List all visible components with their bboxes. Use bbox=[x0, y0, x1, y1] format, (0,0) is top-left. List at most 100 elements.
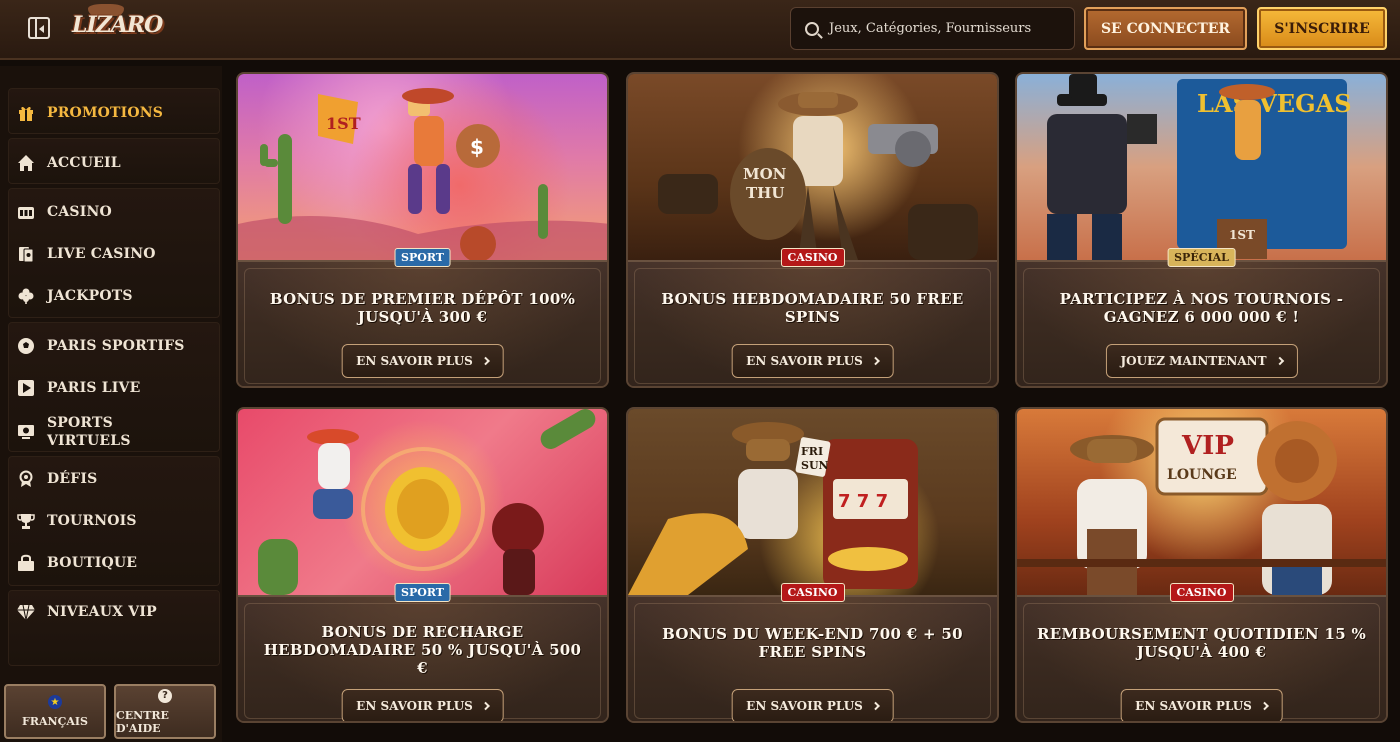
sidebar-item-label: CASINO bbox=[47, 204, 112, 220]
promo-body: SPORT BONUS DE RECHARGE HEBDOMADAIRE 50 … bbox=[238, 583, 607, 721]
promo-card[interactable]: $ 1ST SPORT BONUS DE PREMIER DÉPÔT 100% … bbox=[236, 72, 609, 388]
promo-image: VIP LOUNGE bbox=[1017, 409, 1386, 595]
chevron-right-icon bbox=[1260, 701, 1270, 711]
promo-title: BONUS DE PREMIER DÉPÔT 100% JUSQU'À 300 … bbox=[269, 290, 576, 326]
sidebar-item-niveaux-vip[interactable]: NIVEAUX VIP bbox=[16, 600, 157, 624]
sidebar-item-label: DÉFIS bbox=[47, 471, 98, 487]
login-button[interactable]: SE CONNECTER bbox=[1084, 7, 1247, 50]
gift-icon bbox=[16, 103, 36, 123]
svg-text:1ST: 1ST bbox=[1229, 228, 1255, 242]
virtual-sports-icon bbox=[16, 422, 36, 442]
language-label: FRANÇAIS bbox=[22, 715, 88, 728]
shop-bag-icon bbox=[16, 553, 36, 573]
sidebar-item-paris-sportifs[interactable]: PARIS SPORTIFS bbox=[16, 334, 185, 358]
sidebar-item-defis[interactable]: DÉFIS bbox=[16, 467, 97, 491]
sidebar-item-live-casino[interactable]: LIVE CASINO bbox=[16, 242, 156, 266]
promo-image: MON THU bbox=[628, 74, 997, 260]
button-label: EN SAVOIR PLUS bbox=[356, 354, 473, 368]
badge-icon bbox=[16, 469, 36, 489]
sidebar-item-sports-virtuels[interactable]: SPORTS VIRTUELS bbox=[16, 414, 157, 450]
promo-title: BONUS DU WEEK-END 700 € + 50 FREE SPINS bbox=[662, 625, 963, 661]
promo-image: LAS VEGAS 1ST bbox=[1017, 74, 1386, 260]
promo-card[interactable]: 7 7 7 FRI SUN CASINO BONUS DU WEEK-END 7… bbox=[626, 407, 999, 723]
svg-text:$: $ bbox=[470, 135, 484, 159]
button-label: EN SAVOIR PLUS bbox=[1135, 699, 1252, 713]
help-center-button[interactable]: ? CENTRE D'AIDE bbox=[114, 684, 216, 739]
svg-text:7 7 7: 7 7 7 bbox=[838, 491, 888, 512]
button-label: EN SAVOIR PLUS bbox=[356, 699, 473, 713]
search-placeholder: Jeux, Catégories, Fournisseurs bbox=[829, 21, 1032, 36]
svg-text:SUN: SUN bbox=[801, 459, 829, 472]
casino-badge: CASINO bbox=[1169, 583, 1234, 602]
play-icon bbox=[16, 378, 36, 398]
signup-button[interactable]: S'INSCRIRE bbox=[1257, 7, 1387, 50]
promo-body: SPÉCIAL PARTICIPEZ À NOS TOURNOIS - GAGN… bbox=[1017, 248, 1386, 386]
svg-text:MON: MON bbox=[743, 165, 787, 183]
play-now-button[interactable]: JOUEZ MAINTENANT bbox=[1105, 344, 1298, 378]
sidebar-item-boutique[interactable]: BOUTIQUE bbox=[16, 551, 137, 575]
promo-image: $ 1ST bbox=[238, 74, 607, 262]
language-button[interactable]: ★ FRANÇAIS bbox=[4, 684, 106, 739]
sidebar-item-casino[interactable]: CASINO bbox=[16, 200, 112, 224]
home-icon bbox=[16, 153, 36, 173]
learn-more-button[interactable]: EN SAVOIR PLUS bbox=[1120, 689, 1283, 721]
sidebar-item-promotions[interactable]: PROMOTIONS bbox=[16, 101, 163, 125]
button-label: EN SAVOIR PLUS bbox=[746, 354, 863, 368]
learn-more-button[interactable]: EN SAVOIR PLUS bbox=[731, 344, 894, 378]
sidebar-item-label: LIVE CASINO bbox=[47, 246, 156, 262]
chevron-right-icon bbox=[481, 701, 491, 711]
promo-card[interactable]: VIP LOUNGE CASINO REMBOURSEMENT QUOTIDIE… bbox=[1015, 407, 1388, 723]
chevron-right-icon bbox=[1275, 356, 1284, 366]
coin-toss-lizards-illustration bbox=[258, 409, 596, 595]
search-input[interactable]: Jeux, Catégories, Fournisseurs bbox=[790, 7, 1075, 50]
sidebar-item-label: BOUTIQUE bbox=[47, 555, 138, 571]
soccer-ball-icon bbox=[16, 336, 36, 356]
chevron-right-icon bbox=[481, 356, 491, 366]
sidebar-toggle-icon[interactable] bbox=[28, 17, 50, 39]
diamond-icon bbox=[16, 602, 36, 622]
sidebar-item-tournois[interactable]: TOURNOIS bbox=[16, 509, 137, 533]
svg-text:VIP: VIP bbox=[1181, 431, 1234, 461]
help-icon: ? bbox=[158, 688, 172, 703]
learn-more-button[interactable]: EN SAVOIR PLUS bbox=[341, 344, 504, 378]
eu-flag-icon: ★ bbox=[48, 695, 62, 709]
svg-text:1ST: 1ST bbox=[326, 114, 361, 133]
promo-card[interactable]: SPORT BONUS DE RECHARGE HEBDOMADAIRE 50 … bbox=[236, 407, 609, 723]
learn-more-button[interactable]: EN SAVOIR PLUS bbox=[731, 689, 894, 721]
top-header: LIZARO Jeux, Catégories, Fournisseurs SE… bbox=[0, 0, 1400, 60]
sidebar-item-label: JACKPOTS bbox=[47, 288, 133, 304]
chevron-right-icon bbox=[871, 701, 881, 711]
clover-icon bbox=[16, 286, 36, 306]
sport-badge: SPORT bbox=[394, 583, 451, 602]
promo-card[interactable]: LAS VEGAS 1ST SPÉCIAL PARTICIPEZ À NOS T… bbox=[1015, 72, 1388, 388]
cactus-cowboy-lizard-illustration: $ 1ST bbox=[238, 88, 607, 262]
promo-body: SPORT BONUS DE PREMIER DÉPÔT 100% JUSQU'… bbox=[238, 248, 607, 386]
las-vegas-photographer-illustration: LAS VEGAS 1ST bbox=[1047, 74, 1352, 260]
learn-more-button[interactable]: EN SAVOIR PLUS bbox=[341, 689, 504, 721]
bank-robber-lizard-illustration: MON THU bbox=[658, 92, 978, 260]
sidebar-item-label: NIVEAUX VIP bbox=[47, 604, 157, 620]
promo-title: REMBOURSEMENT QUOTIDIEN 15 % JUSQU'À 400… bbox=[1037, 625, 1367, 661]
svg-text:THU: THU bbox=[746, 184, 784, 202]
sidebar-item-label: SPORTS VIRTUELS bbox=[47, 415, 131, 449]
sport-badge: SPORT bbox=[394, 248, 451, 267]
chevron-right-icon bbox=[871, 356, 881, 366]
promo-body: CASINO BONUS DU WEEK-END 700 € + 50 FREE… bbox=[628, 583, 997, 721]
special-badge: SPÉCIAL bbox=[1167, 248, 1236, 267]
logo[interactable]: LIZARO bbox=[72, 12, 163, 48]
promo-title: BONUS DE RECHARGE HEBDOMADAIRE 50 % JUSQ… bbox=[263, 623, 582, 677]
casino-badge: CASINO bbox=[780, 248, 845, 267]
sidebar-item-label: TOURNOIS bbox=[47, 513, 137, 529]
sidebar-item-label: PARIS LIVE bbox=[47, 380, 141, 396]
promo-card[interactable]: MON THU CASINO BONUS HEBDOMADAIRE 50 FRE… bbox=[626, 72, 999, 388]
live-cards-icon bbox=[16, 244, 36, 264]
promo-title: BONUS HEBDOMADAIRE 50 FREE SPINS bbox=[661, 290, 964, 326]
vip-lounge-lizards-illustration: VIP LOUNGE bbox=[1017, 417, 1386, 595]
search-icon bbox=[805, 21, 819, 36]
promo-image bbox=[238, 409, 607, 595]
button-label: EN SAVOIR PLUS bbox=[746, 699, 863, 713]
sidebar-item-paris-live[interactable]: PARIS LIVE bbox=[16, 376, 140, 400]
sidebar-item-jackpots[interactable]: JACKPOTS bbox=[16, 284, 133, 308]
help-label: CENTRE D'AIDE bbox=[116, 708, 169, 735]
sidebar-item-accueil[interactable]: ACCUEIL bbox=[16, 151, 121, 175]
